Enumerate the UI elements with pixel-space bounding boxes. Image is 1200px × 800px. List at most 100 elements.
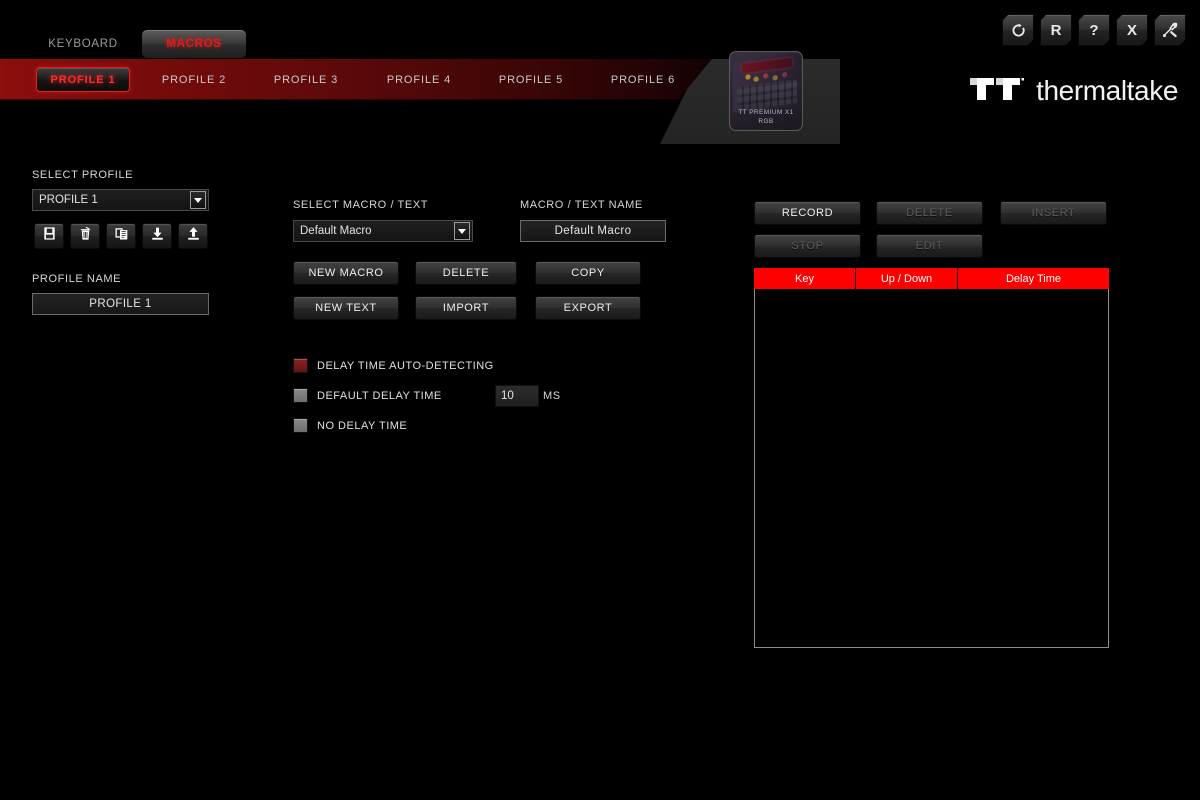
export-macro-button[interactable]: EXPORT bbox=[535, 296, 641, 320]
device-name-line1: TT PREMIUM X1 bbox=[738, 109, 794, 116]
tab-keyboard[interactable]: KEYBOARD bbox=[38, 30, 128, 58]
default-delay-radio[interactable] bbox=[293, 388, 308, 403]
select-profile-label: SELECT PROFILE bbox=[32, 169, 134, 181]
select-profile-dropdown[interactable]: PROFILE 1 bbox=[32, 189, 209, 211]
profile-tab-6[interactable]: PROFILE 6 bbox=[598, 67, 688, 92]
copy-macro-button[interactable]: COPY bbox=[535, 261, 641, 285]
export-macro-label: EXPORT bbox=[563, 302, 613, 314]
no-delay-label: NO DELAY TIME bbox=[317, 419, 408, 432]
delete-macro-label: DELETE bbox=[442, 267, 490, 279]
profile-tab-2-label: PROFILE 2 bbox=[161, 73, 227, 86]
delete-entry-label: DELETE bbox=[906, 207, 953, 219]
record-button[interactable]: RECORD bbox=[754, 201, 861, 225]
default-delay-input[interactable]: 10 bbox=[495, 385, 539, 407]
profile-name-value: PROFILE 1 bbox=[89, 298, 152, 310]
default-delay-label: DEFAULT DELAY TIME bbox=[317, 389, 442, 402]
tab-macros[interactable]: MACROS bbox=[142, 30, 246, 58]
device-thumbnail[interactable]: TT PREMIUM X1 RGB bbox=[729, 51, 803, 131]
profile-name-label: PROFILE NAME bbox=[32, 273, 122, 285]
profile-tab-4-label: PROFILE 4 bbox=[386, 73, 452, 86]
column-header-updown: Up / Down bbox=[856, 268, 958, 289]
floppy-disk-icon bbox=[42, 226, 57, 246]
tools-icon bbox=[1162, 22, 1178, 38]
refresh-icon bbox=[1011, 23, 1026, 38]
profile-tab-2[interactable]: PROFILE 2 bbox=[149, 67, 239, 92]
settings-button[interactable] bbox=[1154, 14, 1186, 46]
edit-entry-label: EDIT bbox=[915, 240, 944, 252]
profile-name-input[interactable]: PROFILE 1 bbox=[32, 293, 209, 315]
window-controls: R ? X bbox=[1002, 14, 1186, 46]
r-icon: R bbox=[1050, 21, 1062, 39]
tt-mark-icon bbox=[968, 72, 1026, 109]
delete-profile-button[interactable] bbox=[70, 223, 100, 249]
device-name: TT PREMIUM X1 RGB bbox=[730, 108, 802, 126]
device-name-line2: RGB bbox=[758, 118, 774, 125]
select-macro-dropdown[interactable]: Default Macro bbox=[293, 220, 473, 242]
profile-tab-3-label: PROFILE 3 bbox=[273, 73, 339, 86]
no-delay-option[interactable]: NO DELAY TIME bbox=[293, 418, 407, 433]
import-macro-label: IMPORT bbox=[442, 302, 490, 314]
macro-table: Key Up / Down Delay Time bbox=[754, 268, 1109, 648]
macro-name-input[interactable]: Default Macro bbox=[520, 220, 666, 242]
copy-profile-button[interactable] bbox=[106, 223, 136, 249]
keyboard-image bbox=[733, 52, 801, 114]
trash-icon bbox=[78, 226, 93, 246]
close-button[interactable]: X bbox=[1116, 14, 1148, 46]
column-header-key: Key bbox=[754, 268, 856, 289]
delay-auto-detect-label: DELAY TIME AUTO-DETECTING bbox=[317, 359, 494, 372]
delay-auto-detect-option[interactable]: DELAY TIME AUTO-DETECTING bbox=[293, 358, 494, 373]
new-text-label: NEW TEXT bbox=[315, 302, 377, 314]
delete-entry-button[interactable]: DELETE bbox=[876, 201, 983, 225]
import-macro-button[interactable]: IMPORT bbox=[415, 296, 517, 320]
top-bar: R ? X KEYBOARD MACROS bbox=[0, 0, 1200, 58]
insert-entry-label: INSERT bbox=[1031, 207, 1076, 219]
delay-unit-label: MS bbox=[543, 390, 561, 402]
profile-tab-5-label: PROFILE 5 bbox=[498, 73, 564, 86]
refresh-button[interactable] bbox=[1002, 14, 1034, 46]
new-macro-label: NEW MACRO bbox=[308, 267, 384, 279]
insert-entry-button[interactable]: INSERT bbox=[1000, 201, 1107, 225]
profile-tab-5[interactable]: PROFILE 5 bbox=[486, 67, 576, 92]
delete-macro-button[interactable]: DELETE bbox=[415, 261, 517, 285]
chevron-down-icon[interactable] bbox=[454, 222, 470, 240]
profile-tab-1[interactable]: PROFILE 1 bbox=[36, 67, 130, 92]
close-icon: X bbox=[1126, 21, 1137, 39]
profile-tab-1-label: PROFILE 1 bbox=[50, 73, 116, 86]
stop-button[interactable]: STOP bbox=[754, 234, 861, 258]
copy-icon bbox=[114, 226, 129, 246]
brand-name: thermaltake bbox=[1036, 74, 1178, 106]
delay-auto-detect-radio[interactable] bbox=[293, 358, 308, 373]
tab-macros-label: MACROS bbox=[166, 38, 222, 50]
help-button[interactable]: ? bbox=[1078, 14, 1110, 46]
main-tabs: KEYBOARD MACROS bbox=[0, 30, 700, 58]
question-icon: ? bbox=[1089, 21, 1099, 39]
default-delay-value: 10 bbox=[501, 390, 514, 402]
macro-name-value: Default Macro bbox=[554, 225, 632, 237]
stop-label: STOP bbox=[791, 240, 824, 252]
record-label: RECORD bbox=[781, 207, 834, 219]
select-profile-value: PROFILE 1 bbox=[39, 194, 98, 206]
save-profile-button[interactable] bbox=[34, 223, 64, 249]
select-macro-label: SELECT MACRO / TEXT bbox=[293, 199, 429, 211]
edit-entry-button[interactable]: EDIT bbox=[876, 234, 983, 258]
download-icon bbox=[150, 226, 165, 246]
default-delay-option[interactable]: DEFAULT DELAY TIME bbox=[293, 388, 442, 403]
export-profile-button[interactable] bbox=[178, 223, 208, 249]
copy-macro-label: COPY bbox=[571, 267, 605, 279]
macro-table-header: Key Up / Down Delay Time bbox=[754, 268, 1109, 289]
macro-name-label: MACRO / TEXT NAME bbox=[520, 199, 643, 211]
reset-button[interactable]: R bbox=[1040, 14, 1072, 46]
upload-icon bbox=[186, 226, 201, 246]
brand-logo: thermaltake bbox=[968, 72, 1178, 109]
macro-table-body[interactable] bbox=[754, 289, 1109, 648]
chevron-down-icon[interactable] bbox=[190, 191, 206, 209]
profile-tab-4[interactable]: PROFILE 4 bbox=[374, 67, 464, 92]
profile-tab-3[interactable]: PROFILE 3 bbox=[261, 67, 351, 92]
new-macro-button[interactable]: NEW MACRO bbox=[293, 261, 399, 285]
select-macro-value: Default Macro bbox=[300, 225, 372, 237]
no-delay-radio[interactable] bbox=[293, 418, 308, 433]
column-header-delay-time: Delay Time bbox=[1005, 272, 1062, 285]
profile-tab-6-label: PROFILE 6 bbox=[610, 73, 676, 86]
import-profile-button[interactable] bbox=[142, 223, 172, 249]
new-text-button[interactable]: NEW TEXT bbox=[293, 296, 399, 320]
